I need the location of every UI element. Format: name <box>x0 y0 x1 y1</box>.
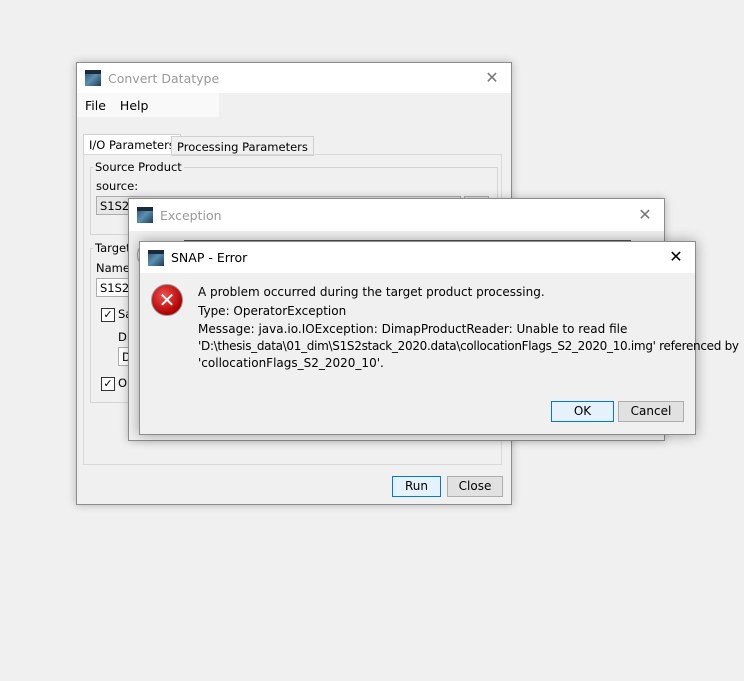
snap-error-dialog: SNAP - Error ✕ ✕ A problem occurred duri… <box>139 241 739 435</box>
source-label: source: <box>96 179 139 193</box>
error-x-icon: ✕ <box>151 284 183 316</box>
tab-processing-parameters[interactable]: Processing Parameters <box>171 136 314 156</box>
error-summary: A problem occurred during the target pro… <box>198 285 545 299</box>
menu-bar: File Help <box>77 93 219 117</box>
close-button[interactable]: Close <box>447 476 503 497</box>
tab-io-parameters[interactable]: I/O Parameters <box>83 134 181 155</box>
error-message-line-1: Message: java.io.IOException: DimapProdu… <box>198 322 628 336</box>
error-type: Type: OperatorException <box>198 304 347 318</box>
menu-file[interactable]: File <box>85 98 106 113</box>
target-product-label: Target <box>93 241 133 255</box>
menu-help[interactable]: Help <box>120 98 149 113</box>
error-message-line-2: 'D:\thesis_data\01_dim\S1S2stack_2020.da… <box>198 339 739 353</box>
window-title: SNAP - Error <box>171 250 248 265</box>
snap-app-icon <box>85 70 101 86</box>
run-button[interactable]: Run <box>392 476 441 497</box>
close-icon[interactable]: ✕ <box>636 206 654 224</box>
save-checkbox[interactable]: ✓ <box>101 308 115 322</box>
ok-button[interactable]: OK <box>551 401 614 422</box>
snap-app-icon <box>148 249 164 266</box>
open-checkbox[interactable]: ✓ <box>101 377 115 391</box>
error-message-line-3: 'collocationFlags_S2_2020_10'. <box>198 356 384 370</box>
source-product-label: Source Product <box>93 160 184 174</box>
close-icon[interactable]: ✕ <box>667 248 685 266</box>
close-icon[interactable]: ✕ <box>483 69 501 87</box>
window-title: Convert Datatype <box>108 70 220 86</box>
snap-app-icon <box>137 207 153 223</box>
cancel-button[interactable]: Cancel <box>618 401 684 422</box>
title-bar: Exception ✕ <box>129 199 664 231</box>
title-bar: SNAP - Error ✕ <box>140 242 695 273</box>
title-bar: Convert Datatype ✕ <box>77 63 511 93</box>
window-title: Exception <box>160 207 222 223</box>
